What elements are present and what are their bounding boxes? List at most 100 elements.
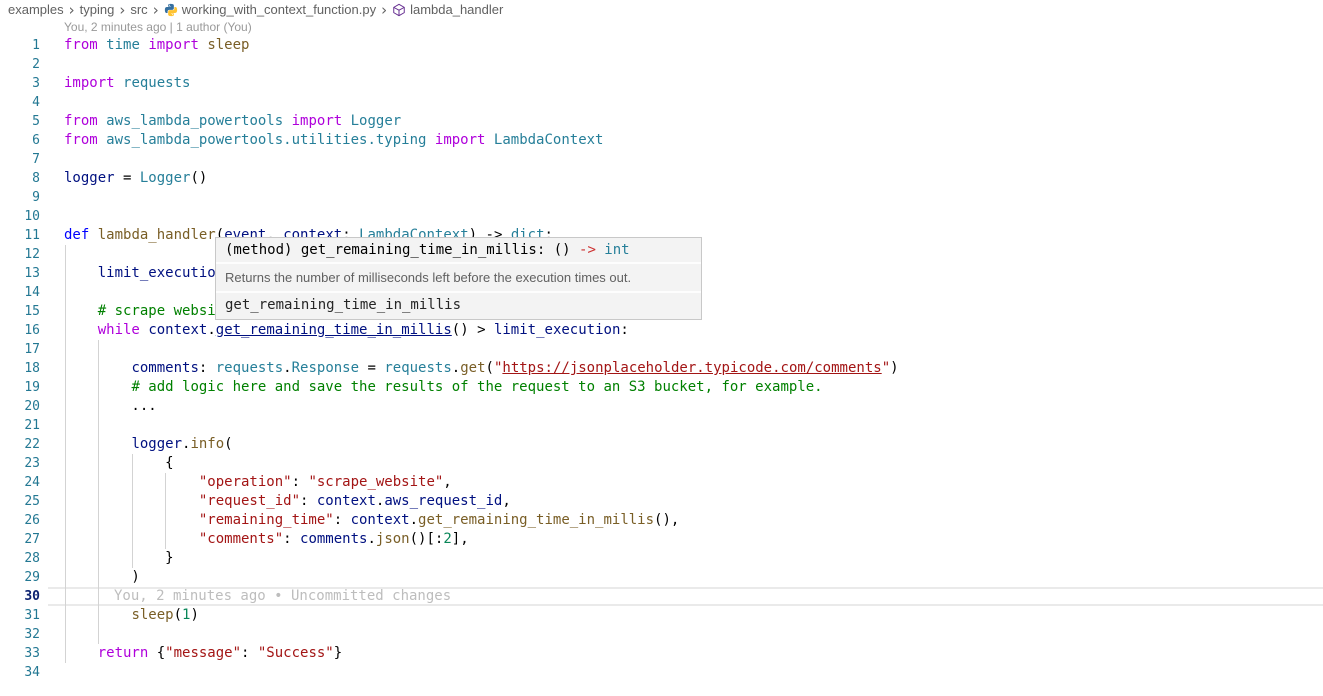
code-token: ( [174,607,182,623]
code-line[interactable]: 19 # add logic here and save the results… [0,378,1323,397]
line-number[interactable]: 13 [0,264,40,283]
code-line[interactable]: 30You, 2 minutes ago • Uncommitted chang… [0,587,1323,606]
code-line[interactable]: 1from time import sleep [0,36,1323,55]
line-number[interactable]: 29 [0,568,40,587]
code-token: : [334,512,351,528]
code-line[interactable]: 20 ... [0,397,1323,416]
code-line[interactable]: 10 [0,207,1323,226]
code-token: "message" [165,645,241,661]
line-number[interactable]: 21 [0,416,40,435]
line-number[interactable]: 24 [0,473,40,492]
code-token [64,265,98,281]
code-line[interactable]: 25 "request_id": context.aws_request_id, [0,492,1323,511]
line-number[interactable]: 32 [0,625,40,644]
code-token [485,132,493,148]
active-line-number[interactable]: 30 [0,587,40,606]
code-text: from aws_lambda_powertools import Logger [64,112,401,131]
line-number[interactable]: 28 [0,549,40,568]
code-token: "scrape_website" [308,474,443,490]
code-line[interactable]: 4 [0,93,1323,112]
line-number[interactable]: 19 [0,378,40,397]
code-token: Logger [351,113,402,129]
code-line[interactable]: 32 [0,625,1323,644]
code-line[interactable]: 34 [0,663,1323,682]
code-line[interactable]: 31 sleep(1) [0,606,1323,625]
line-number[interactable]: 16 [0,321,40,340]
code-line[interactable]: 16 while context.get_remaining_time_in_m… [0,321,1323,340]
line-number[interactable]: 2 [0,55,40,74]
line-number[interactable]: 4 [0,93,40,112]
line-number[interactable]: 9 [0,188,40,207]
code-token: ], [452,531,469,547]
code-line[interactable]: 26 "remaining_time": context.get_remaini… [0,511,1323,530]
code-line[interactable]: 8logger = Logger() [0,169,1323,188]
code-text: ... [64,397,157,416]
line-number[interactable]: 33 [0,644,40,663]
code-line[interactable]: 28 } [0,549,1323,568]
code-text: # add logic here and save the results of… [64,378,823,397]
code-line[interactable]: 5 from aws_lambda_powertools import Logge… [0,112,1323,131]
line-number[interactable]: 22 [0,435,40,454]
line-number[interactable]: 27 [0,530,40,549]
line-number[interactable]: 18 [0,359,40,378]
line-number[interactable]: 14 [0,283,40,302]
line-number[interactable]: 3 [0,74,40,93]
code-token [64,645,98,661]
python-icon [164,3,178,17]
code-line[interactable]: 2 [0,55,1323,74]
line-number[interactable]: 15 [0,302,40,321]
line-number[interactable]: 5 [0,112,40,131]
code-line[interactable]: 9 [0,188,1323,207]
symbol-link[interactable]: get_remaining_time_in_millis [216,322,452,338]
code-line[interactable]: 24 "operation": "scrape_website", [0,473,1323,492]
breadcrumb-item-symbol[interactable]: lambda_handler [392,2,503,17]
code-line[interactable]: 17 [0,340,1323,359]
line-number[interactable]: 25 [0,492,40,511]
code-token [64,303,98,319]
line-number[interactable]: 10 [0,207,40,226]
code-line[interactable]: 6from aws_lambda_powertools.utilities.ty… [0,131,1323,150]
line-number[interactable]: 23 [0,454,40,473]
code-line[interactable]: 23 { [0,454,1323,473]
code-token [64,607,131,623]
code-line[interactable]: 21 [0,416,1323,435]
code-text: comments: requests.Response = requests.g… [64,359,899,378]
code-token: "request_id" [199,493,300,509]
code-line[interactable]: 33 return {"message": "Success"} [0,644,1323,663]
line-number[interactable]: 17 [0,340,40,359]
code-token [98,132,106,148]
line-number[interactable]: 7 [0,150,40,169]
code-token: lambda_handler [98,227,216,243]
code-line[interactable]: 7 [0,150,1323,169]
code-token: json [376,531,410,547]
line-number[interactable]: 11 [0,226,40,245]
code-line[interactable]: 27 "comments": comments.json()[:2], [0,530,1323,549]
code-token: : [199,360,216,376]
breadcrumb-item-src[interactable]: src [130,2,147,17]
line-number[interactable]: 31 [0,606,40,625]
code-token: "operation" [199,474,292,490]
line-number[interactable]: 8 [0,169,40,188]
line-number[interactable]: 6 [0,131,40,150]
line-number[interactable]: 20 [0,397,40,416]
code-line[interactable]: 29 ) [0,568,1323,587]
breadcrumb-item-file[interactable]: working_with_context_function.py [164,2,376,17]
code-token: logger [64,170,115,186]
line-number[interactable]: 1 [0,36,40,55]
line-number[interactable]: 34 [0,663,40,682]
code-token: : [241,645,258,661]
url-link[interactable]: https://jsonplaceholder.typicode.com/com… [502,360,881,376]
code-text: logger.info( [64,435,233,454]
code-line[interactable]: 22 logger.info( [0,435,1323,454]
code-token: . [207,322,215,338]
line-number[interactable]: 12 [0,245,40,264]
code-token: limit_execution [494,322,620,338]
codelens-authors[interactable]: You, 2 minutes ago | 1 author (You) [64,20,252,34]
line-number[interactable]: 26 [0,511,40,530]
breadcrumb-item-examples[interactable]: examples [8,2,64,17]
code-line[interactable]: 18 comments: requests.Response = request… [0,359,1323,378]
hover-arrow: -> [579,242,596,258]
code-token: logger [131,436,182,452]
code-line[interactable]: 3import requests [0,74,1323,93]
breadcrumb-item-typing[interactable]: typing [80,2,115,17]
